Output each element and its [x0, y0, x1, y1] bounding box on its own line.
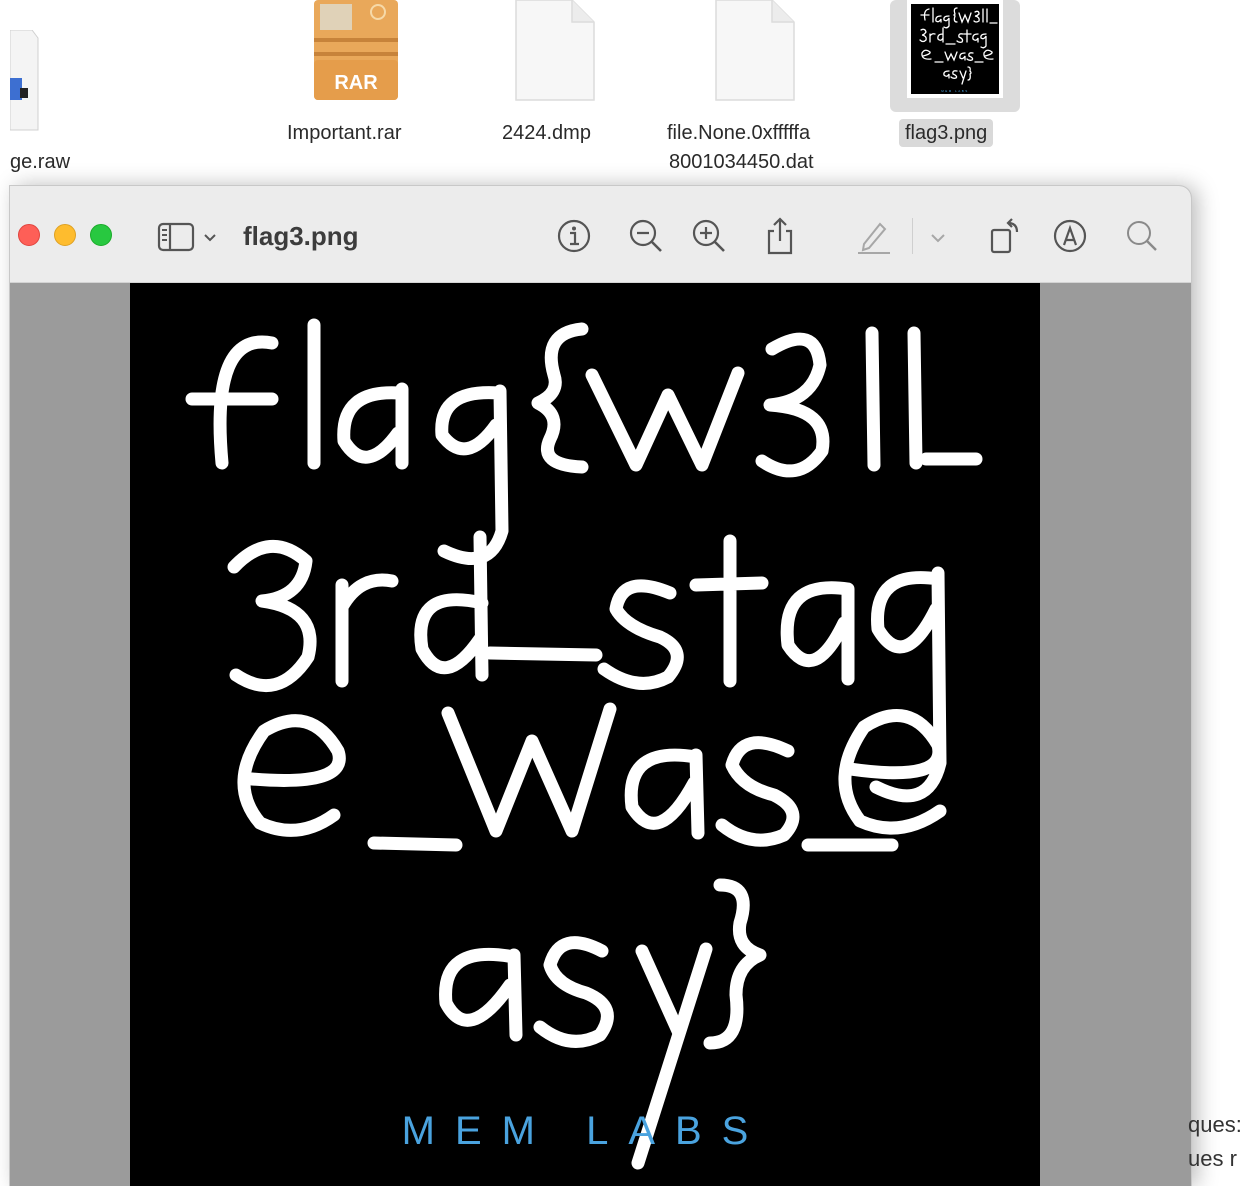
- window-title: flag3.png: [243, 221, 359, 251]
- png-thumbnail-icon: MEM LABS: [907, 0, 1003, 98]
- blank-document-icon: [515, 0, 595, 101]
- preview-window[interactable]: flag3.png MEM LABS: [10, 186, 1191, 1186]
- file-label-none-dat-line2: 8001034450.dat: [669, 151, 814, 173]
- highlight-pen-icon[interactable]: [854, 216, 894, 256]
- thumbnail-flag-preview: MEM LABS: [919, 7, 998, 93]
- handwritten-flag-drawing: [185, 318, 983, 1170]
- background-text-line-1: ques:: [1188, 1112, 1242, 1137]
- minimize-button[interactable]: [54, 224, 76, 246]
- background-window-fragment[interactable]: ques: ues r: [1188, 1108, 1246, 1178]
- background-text-line-2: ues r: [1188, 1146, 1237, 1171]
- file-label-raw: ge.raw: [10, 151, 71, 173]
- raw-disk-image-icon: [10, 30, 39, 131]
- search-icon[interactable]: [1122, 216, 1162, 256]
- file-label-important-rar: Important.rar: [287, 122, 402, 144]
- chevron-down-icon[interactable]: [928, 216, 948, 256]
- toolbar-separator: [912, 218, 913, 254]
- file-label-flag3-png: flag3.png: [899, 119, 994, 147]
- zoom-button[interactable]: [90, 224, 112, 246]
- file-label-2424-dmp: 2424.dmp: [502, 122, 591, 144]
- displayed-image: MEM LABS: [130, 283, 1040, 1186]
- info-icon[interactable]: [554, 216, 594, 256]
- file-label-none-dat-line1: file.None.0xfffffa: [667, 122, 811, 144]
- selection-highlight: MEM LABS: [890, 0, 1020, 112]
- chevron-down-icon[interactable]: [202, 216, 218, 256]
- thumbnail-footer: MEM LABS: [941, 89, 969, 93]
- zoom-out-icon[interactable]: [626, 216, 666, 256]
- blank-document-icon: [715, 0, 795, 101]
- share-icon[interactable]: [760, 216, 800, 256]
- rotate-icon[interactable]: [986, 216, 1026, 256]
- mem-labs-footer: MEM LABS: [401, 1109, 769, 1153]
- rar-badge: RAR: [334, 72, 378, 94]
- markup-icon[interactable]: [1050, 216, 1090, 256]
- rar-archive-icon: RAR: [314, 0, 398, 100]
- sidebar-toggle-icon[interactable]: [156, 216, 196, 256]
- zoom-in-icon[interactable]: [689, 216, 729, 256]
- window-titlebar[interactable]: flag3.png: [10, 186, 1191, 283]
- close-button[interactable]: [18, 224, 40, 246]
